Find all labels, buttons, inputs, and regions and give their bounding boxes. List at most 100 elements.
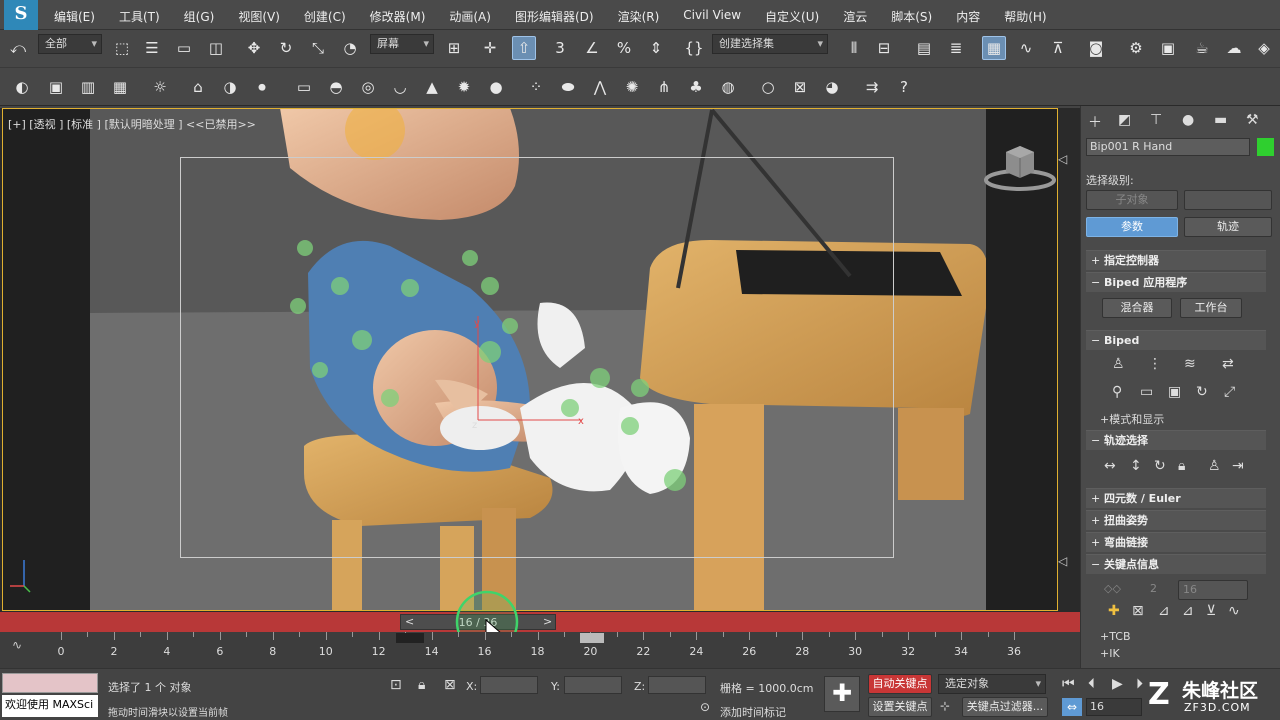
motion-tab-icon[interactable]: ●	[1182, 112, 1194, 128]
rollout-biped-apps[interactable]: − Biped 应用程序	[1086, 272, 1266, 292]
align-icon[interactable]: ⊟	[872, 36, 896, 60]
select-by-name-icon[interactable]: ☰	[140, 36, 164, 60]
menu-item[interactable]: 组(G)	[172, 8, 227, 25]
z-coord-field[interactable]	[648, 676, 706, 694]
modify-tab-icon[interactable]: ◩	[1118, 112, 1131, 128]
save-file-icon[interactable]: ▣	[1168, 384, 1181, 400]
camera-icon[interactable]: ⌂	[186, 75, 210, 99]
sub-object-dropdown[interactable]	[1184, 190, 1272, 210]
key-tool-3-icon[interactable]: ⊻	[1206, 603, 1216, 619]
key-tool-2-icon[interactable]: ⊿	[1182, 603, 1194, 619]
plane-icon[interactable]: ▭	[292, 75, 316, 99]
menu-item[interactable]: 渲染(R)	[606, 8, 672, 25]
mini-curve-icon[interactable]: ∿	[12, 638, 22, 652]
spinner-snap-icon[interactable]: ⇕	[644, 36, 668, 60]
menu-item[interactable]: 图形编辑器(D)	[503, 8, 606, 25]
export-icon[interactable]: ⇉	[860, 75, 884, 99]
load-file-icon[interactable]: ▭	[1140, 384, 1153, 400]
next-frame-icon[interactable]: ⏵	[1136, 676, 1143, 692]
viewport-arrow-top-icon[interactable]: ◁	[1058, 152, 1074, 168]
snap-icon[interactable]: 3	[548, 36, 572, 60]
key-filters-button[interactable]: 关键点过滤器...	[962, 697, 1048, 717]
footstep-mode-icon[interactable]: ⋮	[1148, 356, 1162, 372]
set-key-icon[interactable]: ✚	[1108, 603, 1120, 619]
biped-playback-icon[interactable]: ⚲	[1112, 384, 1122, 400]
pivot-icon[interactable]: ⊞	[442, 36, 466, 60]
utilities-tab-icon[interactable]: ⚒	[1246, 112, 1259, 128]
select-object-icon[interactable]: ⬚	[110, 36, 134, 60]
rollout-track-selection[interactable]: − 轨迹选择	[1086, 430, 1266, 450]
convert-icon[interactable]: ↻	[1196, 384, 1208, 400]
menu-item[interactable]: 修改器(M)	[358, 8, 438, 25]
viewport-arrow-bottom-icon[interactable]: ◁	[1058, 554, 1074, 570]
time-tag-icon[interactable]: ⊙	[700, 700, 710, 714]
display-tab-icon[interactable]: ▬	[1214, 112, 1227, 128]
keyboard-shortcut-icon[interactable]: ⇧	[512, 36, 536, 60]
body-horizontal-icon[interactable]: ↔	[1104, 458, 1116, 474]
mirror-icon[interactable]: ⫴	[842, 36, 866, 60]
curve-editor-icon[interactable]: ∿	[1014, 36, 1038, 60]
sub-object-button[interactable]: 子对象	[1086, 190, 1178, 210]
mixer-button[interactable]: 混合器	[1102, 298, 1172, 318]
graphite-toolbar-icon[interactable]: ▦	[982, 36, 1006, 60]
hair-icon[interactable]: ♣	[684, 75, 708, 99]
key-mode-toggle[interactable]: ⇔	[1062, 698, 1082, 716]
key-filter-icon[interactable]: ⊹	[940, 699, 950, 713]
rollout-bend-links[interactable]: + 弯曲链接	[1086, 532, 1266, 552]
menu-item[interactable]: 渲云	[831, 8, 879, 25]
auto-key-button[interactable]: 自动关键点	[868, 674, 932, 694]
render-setup-icon[interactable]: ⚙	[1124, 36, 1148, 60]
hierarchy-tab-icon[interactable]: ⊤	[1150, 112, 1162, 128]
app-logo[interactable]: S	[4, 0, 38, 30]
wood-icon[interactable]: ◍	[716, 75, 740, 99]
named-selection-dropdown[interactable]: 创建选择集	[712, 34, 828, 54]
schematic-view-icon[interactable]: ⊼	[1046, 36, 1070, 60]
body-vertical-icon[interactable]: ↕	[1130, 458, 1142, 474]
layer-manager-icon[interactable]: ≣	[944, 36, 968, 60]
cone-icon[interactable]: ▲	[420, 75, 444, 99]
menu-item[interactable]: 工具(T)	[107, 8, 172, 25]
bowl-icon[interactable]: ◡	[388, 75, 412, 99]
create-tab-icon[interactable]: ＋	[1088, 112, 1102, 132]
goto-start-icon[interactable]: ⏮	[1062, 676, 1075, 692]
y-coord-field[interactable]	[564, 676, 622, 694]
teapot-icon[interactable]: ◐	[10, 75, 34, 99]
x-coord-field[interactable]	[480, 676, 538, 694]
dome-icon[interactable]: ◓	[324, 75, 348, 99]
percent-snap-icon[interactable]: %	[612, 36, 636, 60]
menu-item[interactable]: 动画(A)	[437, 8, 503, 25]
menu-item[interactable]: 视图(V)	[226, 8, 292, 25]
figure-mode-icon[interactable]: ♙	[1112, 356, 1125, 372]
absolute-mode-icon[interactable]: ⊠	[444, 677, 456, 693]
render-icon[interactable]: ☕	[1190, 36, 1214, 60]
menu-item[interactable]: 内容	[944, 8, 992, 25]
ref-coord-dropdown[interactable]: 屏幕	[370, 34, 434, 54]
rollout-twist-poses[interactable]: + 扭曲姿势	[1086, 510, 1266, 530]
key-tool-1-icon[interactable]: ⊿	[1158, 603, 1170, 619]
image-icon[interactable]: ▣	[44, 75, 68, 99]
ik-toggle[interactable]: +IK	[1100, 647, 1120, 660]
video-camera-icon[interactable]: ⏺	[250, 75, 274, 99]
rollout-quaternion-euler[interactable]: + 四元数 / Euler	[1086, 488, 1266, 508]
rollout-key-info[interactable]: − 关键点信息	[1086, 554, 1266, 574]
render-cloud-icon[interactable]: ☁	[1222, 36, 1246, 60]
set-key-button[interactable]: 设置关键点	[868, 697, 932, 717]
object-name-field[interactable]: Bip001 R Hand	[1086, 138, 1250, 156]
maxscript-listener[interactable]	[2, 673, 98, 693]
menu-item[interactable]: 自定义(U)	[753, 8, 831, 25]
selected-object-dropdown[interactable]: 选定对象	[938, 674, 1046, 694]
key-frame-spinner[interactable]: 16	[1178, 580, 1248, 600]
rect-selection-icon[interactable]: ▭	[172, 36, 196, 60]
viewport-label[interactable]: [+] [透视 ] [标准 ] [默认明暗处理 ] <<已禁用>>	[8, 116, 256, 132]
sphere-blue-icon[interactable]: ◕	[820, 75, 844, 99]
light-bulb-icon[interactable]: ☼	[148, 75, 172, 99]
delete-key-icon[interactable]: ⊠	[1132, 603, 1144, 619]
menu-item[interactable]: 脚本(S)	[879, 8, 944, 25]
menu-item[interactable]: 帮助(H)	[992, 8, 1058, 25]
undo-icon[interactable]: ⤺	[6, 36, 30, 60]
symmetrical-icon[interactable]: ♙	[1208, 458, 1221, 474]
track-key-marker[interactable]	[580, 633, 604, 643]
object-color-swatch[interactable]	[1257, 138, 1274, 156]
add-time-tag[interactable]: 添加时间标记	[720, 704, 786, 720]
selection-lock-icon[interactable]: 🔒︎	[418, 677, 425, 693]
